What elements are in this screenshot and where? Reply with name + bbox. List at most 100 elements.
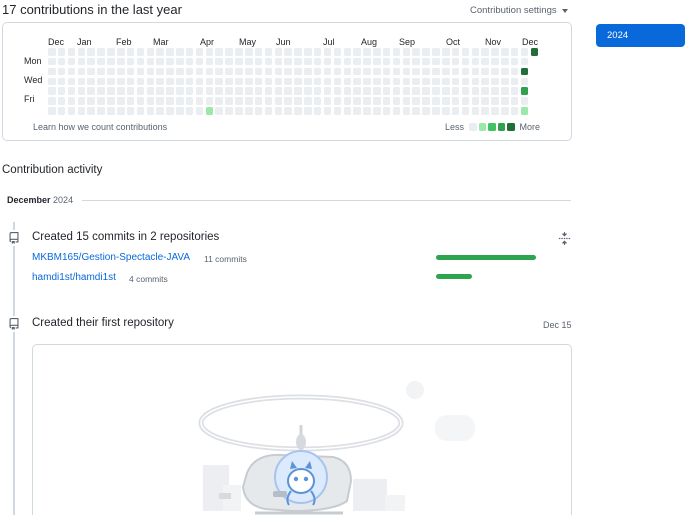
contribution-day[interactable]	[166, 77, 174, 85]
contribution-day[interactable]	[166, 87, 174, 95]
contribution-day[interactable]	[195, 107, 204, 115]
contribution-day[interactable]	[520, 67, 529, 76]
contribution-day[interactable]	[205, 107, 214, 115]
contribution-day[interactable]	[481, 57, 489, 66]
contribution-day[interactable]	[442, 87, 450, 95]
contribution-day[interactable]	[313, 77, 322, 85]
contribution-day[interactable]	[254, 48, 263, 56]
contribution-day[interactable]	[373, 67, 381, 76]
contribution-day[interactable]	[333, 48, 342, 56]
contribution-day[interactable]	[373, 57, 381, 66]
contribution-day[interactable]	[333, 87, 342, 95]
repo-link[interactable]: hamdi1st/hamdi1st	[32, 272, 116, 283]
contribution-day[interactable]	[57, 87, 66, 95]
contribution-day[interactable]	[176, 107, 184, 115]
contribution-day[interactable]	[117, 48, 125, 56]
contribution-day[interactable]	[373, 77, 381, 85]
contribution-day[interactable]	[107, 77, 115, 85]
contribution-day[interactable]	[235, 57, 243, 66]
contribution-day[interactable]	[254, 97, 263, 105]
contribution-day[interactable]	[146, 57, 154, 66]
contribution-day[interactable]	[363, 57, 371, 66]
contribution-day[interactable]	[491, 107, 499, 115]
contribution-day[interactable]	[510, 87, 519, 95]
repo-commit-bar[interactable]	[436, 255, 536, 260]
contribution-day[interactable]	[225, 107, 233, 115]
contribution-day[interactable]	[48, 87, 56, 95]
contribution-day[interactable]	[382, 77, 391, 85]
contribution-day[interactable]	[451, 107, 460, 115]
contribution-day[interactable]	[264, 67, 273, 76]
contribution-day[interactable]	[353, 107, 361, 115]
contribution-day[interactable]	[432, 107, 440, 115]
contribution-day[interactable]	[126, 57, 135, 66]
learn-contributions-link[interactable]: Learn how we count contributions	[33, 122, 167, 132]
contribution-day[interactable]	[185, 77, 194, 85]
contribution-day[interactable]	[136, 107, 145, 115]
contribution-day[interactable]	[333, 67, 342, 76]
contribution-day[interactable]	[510, 57, 519, 66]
contribution-day[interactable]	[97, 87, 105, 95]
contribution-day[interactable]	[166, 107, 174, 115]
contribution-day[interactable]	[471, 77, 480, 85]
contribution-day[interactable]	[353, 77, 361, 85]
contribution-day[interactable]	[225, 97, 233, 105]
contribution-day[interactable]	[313, 48, 322, 56]
contribution-day[interactable]	[333, 77, 342, 85]
contribution-day[interactable]	[432, 67, 440, 76]
contribution-day[interactable]	[254, 87, 263, 95]
contribution-day[interactable]	[520, 87, 529, 95]
contribution-day[interactable]	[254, 77, 263, 85]
contribution-day[interactable]	[126, 107, 135, 115]
contribution-day[interactable]	[343, 87, 351, 95]
contribution-day[interactable]	[205, 57, 214, 66]
contribution-day[interactable]	[274, 97, 282, 105]
contribution-day[interactable]	[491, 57, 499, 66]
contribution-day[interactable]	[185, 57, 194, 66]
contribution-day[interactable]	[412, 48, 420, 56]
contribution-day[interactable]	[323, 77, 332, 85]
contribution-day[interactable]	[284, 107, 292, 115]
contribution-day[interactable]	[136, 87, 145, 95]
contribution-day[interactable]	[264, 57, 273, 66]
year-button-selected[interactable]: 2024	[596, 24, 685, 47]
contribution-day[interactable]	[274, 67, 282, 76]
contribution-day[interactable]	[491, 77, 499, 85]
contribution-day[interactable]	[117, 57, 125, 66]
contribution-day[interactable]	[176, 48, 184, 56]
contribution-day[interactable]	[412, 97, 420, 105]
contribution-day[interactable]	[205, 67, 214, 76]
contribution-day[interactable]	[195, 67, 204, 76]
contribution-day[interactable]	[373, 107, 381, 115]
contribution-day[interactable]	[225, 57, 233, 66]
contribution-day[interactable]	[176, 97, 184, 105]
contribution-day[interactable]	[422, 107, 430, 115]
contribution-day[interactable]	[215, 107, 223, 115]
contribution-day[interactable]	[451, 48, 460, 56]
contribution-day[interactable]	[48, 97, 56, 105]
contribution-day[interactable]	[501, 48, 509, 56]
contribution-day[interactable]	[87, 48, 95, 56]
contribution-day[interactable]	[166, 57, 174, 66]
contribution-day[interactable]	[382, 87, 391, 95]
contribution-day[interactable]	[77, 57, 85, 66]
contribution-day[interactable]	[392, 87, 401, 95]
contribution-settings-button[interactable]: Contribution settings	[470, 5, 568, 16]
contribution-day[interactable]	[461, 107, 470, 115]
contribution-day[interactable]	[501, 67, 509, 76]
contribution-day[interactable]	[117, 97, 125, 105]
contribution-day[interactable]	[481, 87, 489, 95]
contribution-day[interactable]	[323, 57, 332, 66]
contribution-day[interactable]	[245, 57, 253, 66]
contribution-day[interactable]	[87, 67, 95, 76]
contribution-day[interactable]	[353, 57, 361, 66]
contribution-day[interactable]	[97, 97, 105, 105]
contribution-day[interactable]	[333, 97, 342, 105]
contribution-day[interactable]	[510, 67, 519, 76]
contribution-day[interactable]	[363, 107, 371, 115]
contribution-day[interactable]	[373, 97, 381, 105]
contribution-day[interactable]	[382, 67, 391, 76]
contribution-day[interactable]	[373, 87, 381, 95]
contribution-day[interactable]	[215, 67, 223, 76]
contribution-day[interactable]	[333, 57, 342, 66]
